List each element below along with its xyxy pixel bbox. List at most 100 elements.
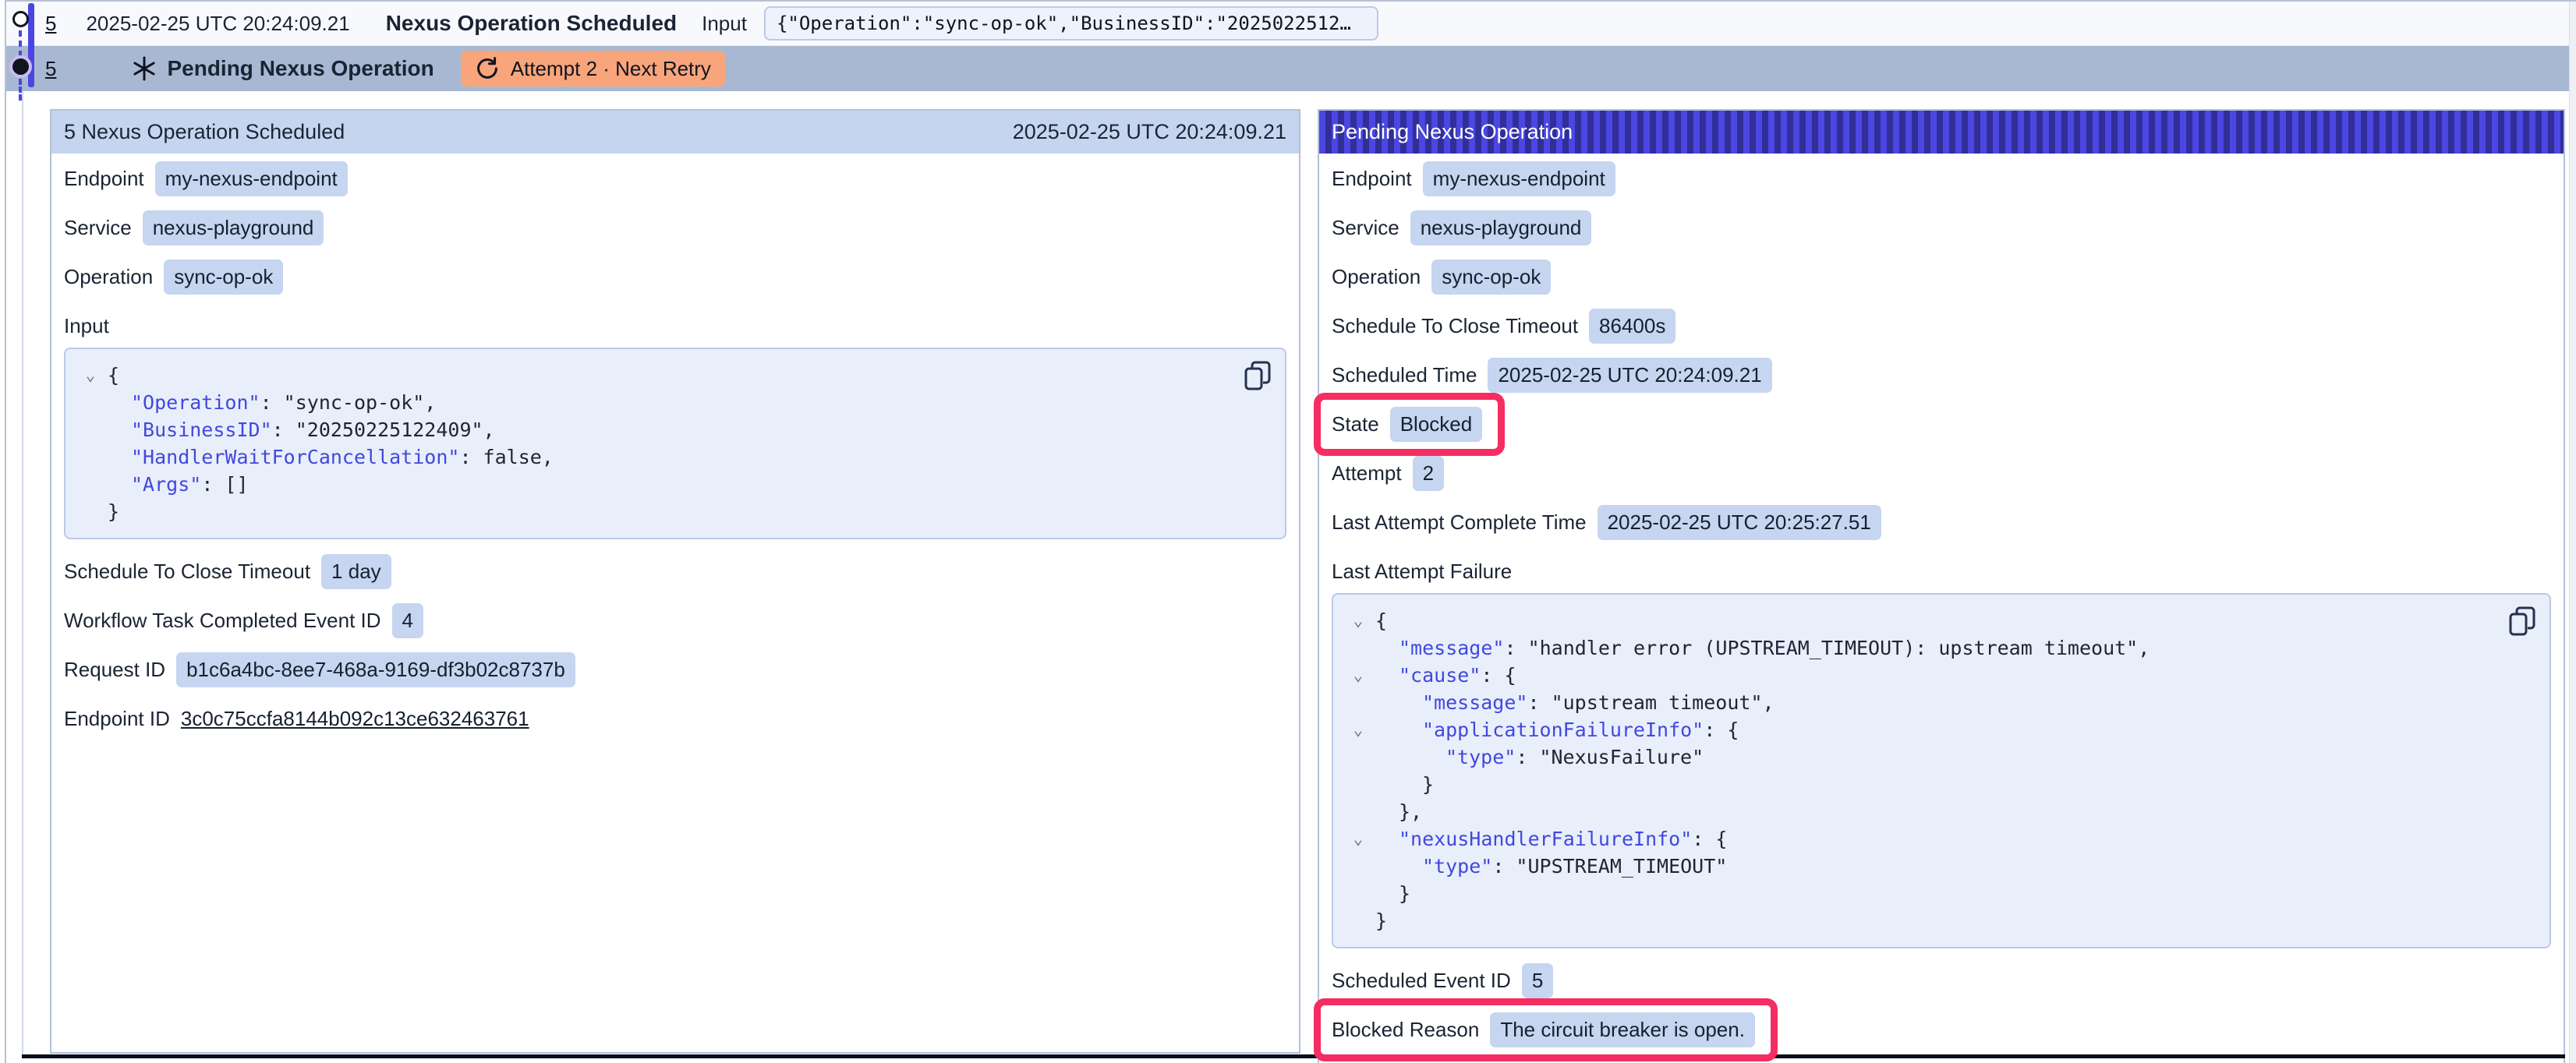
code-text: }	[1375, 771, 1434, 798]
field-blocked-reason-row: Blocked Reason The circuit breaker is op…	[1332, 1012, 2551, 1047]
code-text: }	[1375, 880, 1410, 907]
event-row-scheduled[interactable]: 5 2025-02-25 UTC 20:24:09.21 Nexus Opera…	[6, 2, 2569, 46]
pending-asterisk-icon	[131, 55, 157, 82]
timeline-connector-line	[19, 79, 22, 101]
failure-json-viewer: ⌄{"message": "handler error (UPSTREAM_TI…	[1332, 593, 2551, 948]
expanded-area-left-border	[22, 91, 23, 1056]
code-gutter	[73, 389, 108, 416]
collapse-chevron-icon[interactable]: ⌄	[1341, 825, 1375, 853]
code-gutter	[1341, 771, 1375, 798]
field-operation: Operation sync-op-ok	[64, 260, 1286, 294]
blocked-reason-highlight-annotation: Blocked Reason The circuit breaker is op…	[1314, 998, 1778, 1061]
state-value-chip: Blocked	[1390, 407, 1483, 442]
event-id-link[interactable]: 5	[45, 57, 56, 81]
field-service: Service nexus-playground	[64, 210, 1286, 245]
code-gutter	[1341, 880, 1375, 907]
code-text: "Operation": "sync-op-ok",	[108, 389, 436, 416]
code-line: "message": "upstream timeout",	[1341, 689, 2503, 716]
code-text: "Args": []	[108, 471, 249, 498]
panel-title: 5 Nexus Operation Scheduled	[64, 120, 345, 144]
field-value-chip: 2025-02-25 UTC 20:24:09.21	[1488, 358, 1771, 393]
attempt-badge-label: Attempt 2 · Next Retry	[511, 57, 711, 81]
timeline-event-dot-icon	[12, 11, 29, 27]
code-gutter	[73, 416, 108, 443]
field-label: Scheduled Event ID	[1332, 969, 1511, 993]
code-line: ⌄"nexusHandlerFailureInfo": {	[1341, 825, 2503, 853]
code-text: "message": "handler error (UPSTREAM_TIME…	[1375, 634, 2150, 662]
field-label: Schedule To Close Timeout	[1332, 314, 1578, 338]
field-label: Scheduled Time	[1332, 363, 1477, 387]
field-attempt: Attempt 2	[1332, 456, 2551, 490]
code-text: "message": "upstream timeout",	[1375, 689, 1775, 716]
event-input-preview[interactable]: {"Operation":"sync-op-ok","BusinessID":"…	[764, 6, 1378, 41]
event-id-link[interactable]: 5	[45, 12, 56, 36]
code-gutter	[73, 471, 108, 498]
collapse-chevron-icon[interactable]: ⌄	[1341, 716, 1375, 743]
code-line: "Args": []	[73, 471, 1238, 498]
code-line: }	[73, 498, 1238, 525]
code-line: "Operation": "sync-op-ok",	[73, 389, 1238, 416]
code-text: },	[1375, 798, 1422, 825]
collapse-chevron-icon[interactable]: ⌄	[1341, 662, 1375, 689]
field-label: Last Attempt Failure	[1332, 560, 1512, 584]
attempt-retry-badge: Attempt 2 · Next Retry	[461, 51, 725, 87]
field-value-chip: 86400s	[1589, 309, 1675, 344]
code-text: }	[108, 498, 119, 525]
timeline-connector-line	[19, 30, 22, 57]
field-label: Service	[64, 216, 132, 240]
code-text: "type": "NexusFailure"	[1375, 743, 1704, 771]
code-line: "type": "UPSTREAM_TIMEOUT"	[1341, 853, 2503, 880]
code-line: }	[1341, 907, 2503, 934]
pending-operation-panel: Pending Nexus Operation Endpoint my-nexu…	[1318, 109, 2565, 1063]
field-value-chip: my-nexus-endpoint	[155, 161, 348, 196]
timeline-current-dot-icon	[12, 58, 29, 75]
code-line: }	[1341, 771, 2503, 798]
event-title: Pending Nexus Operation	[167, 56, 433, 81]
endpoint-id-link[interactable]: 3c0c75ccfa8144b092c13ce632463761	[181, 707, 529, 731]
field-label: Endpoint	[1332, 167, 1412, 191]
expanded-area-bottom-edge	[22, 1054, 2565, 1058]
code-text: "nexusHandlerFailureInfo": {	[1375, 825, 1727, 853]
scrollbar-gutter[interactable]	[2569, 2, 2576, 1063]
event-detail-panel: 5 Nexus Operation Scheduled 2025-02-25 U…	[50, 109, 1300, 1054]
code-line: "message": "handler error (UPSTREAM_TIME…	[1341, 634, 2503, 662]
field-last-attempt-failure-label: Last Attempt Failure	[1332, 554, 2551, 588]
panel-title: Pending Nexus Operation	[1332, 120, 1573, 144]
copy-icon[interactable]	[2509, 606, 2537, 637]
event-timestamp: 2025-02-25 UTC 20:24:09.21	[86, 12, 349, 36]
collapse-chevron-icon[interactable]: ⌄	[73, 362, 108, 389]
retry-icon	[475, 56, 500, 81]
field-workflow-task-completed-event-id: Workflow Task Completed Event ID 4	[64, 603, 1286, 637]
field-schedule-to-close-timeout: Schedule To Close Timeout 86400s	[1332, 309, 2551, 343]
field-value-chip: 1 day	[321, 554, 391, 589]
collapse-chevron-icon[interactable]: ⌄	[1341, 607, 1375, 634]
event-input-label: Input	[702, 12, 747, 36]
field-schedule-to-close-timeout: Schedule To Close Timeout 1 day	[64, 554, 1286, 588]
code-gutter	[1341, 907, 1375, 934]
copy-icon[interactable]	[1244, 360, 1272, 391]
code-text: "type": "UPSTREAM_TIMEOUT"	[1375, 853, 1727, 880]
field-scheduled-time: Scheduled Time 2025-02-25 UTC 20:24:09.2…	[1332, 358, 2551, 392]
field-operation: Operation sync-op-ok	[1332, 260, 2551, 294]
field-label: Operation	[1332, 265, 1421, 289]
field-label: Input	[64, 314, 109, 338]
pending-operation-panel-header: Pending Nexus Operation	[1319, 111, 2564, 154]
field-value-chip: my-nexus-endpoint	[1423, 161, 1615, 196]
state-highlight-annotation: State Blocked	[1314, 393, 1505, 456]
event-row-pending[interactable]: 5 Pending Nexus Operation Attempt 2 · Ne…	[6, 46, 2569, 91]
code-line: ⌄{	[1341, 607, 2503, 634]
field-value-chip: nexus-playground	[1410, 210, 1592, 245]
field-last-attempt-complete-time: Last Attempt Complete Time 2025-02-25 UT…	[1332, 505, 2551, 539]
field-value-chip: nexus-playground	[143, 210, 324, 245]
event-detail-panel-body: Endpoint my-nexus-endpoint Service nexus…	[51, 154, 1299, 736]
field-scheduled-event-id: Scheduled Event ID 5	[1332, 963, 2551, 998]
code-gutter	[1341, 689, 1375, 716]
field-label: State	[1332, 412, 1379, 436]
field-label: Endpoint ID	[64, 707, 170, 731]
code-text: {	[108, 362, 119, 389]
field-label: Last Attempt Complete Time	[1332, 510, 1587, 535]
field-label: Operation	[64, 265, 153, 289]
field-value-chip: 5	[1522, 963, 1553, 998]
event-title: Nexus Operation Scheduled	[386, 11, 677, 36]
code-line: "BusinessID": "20250225122409",	[73, 416, 1238, 443]
